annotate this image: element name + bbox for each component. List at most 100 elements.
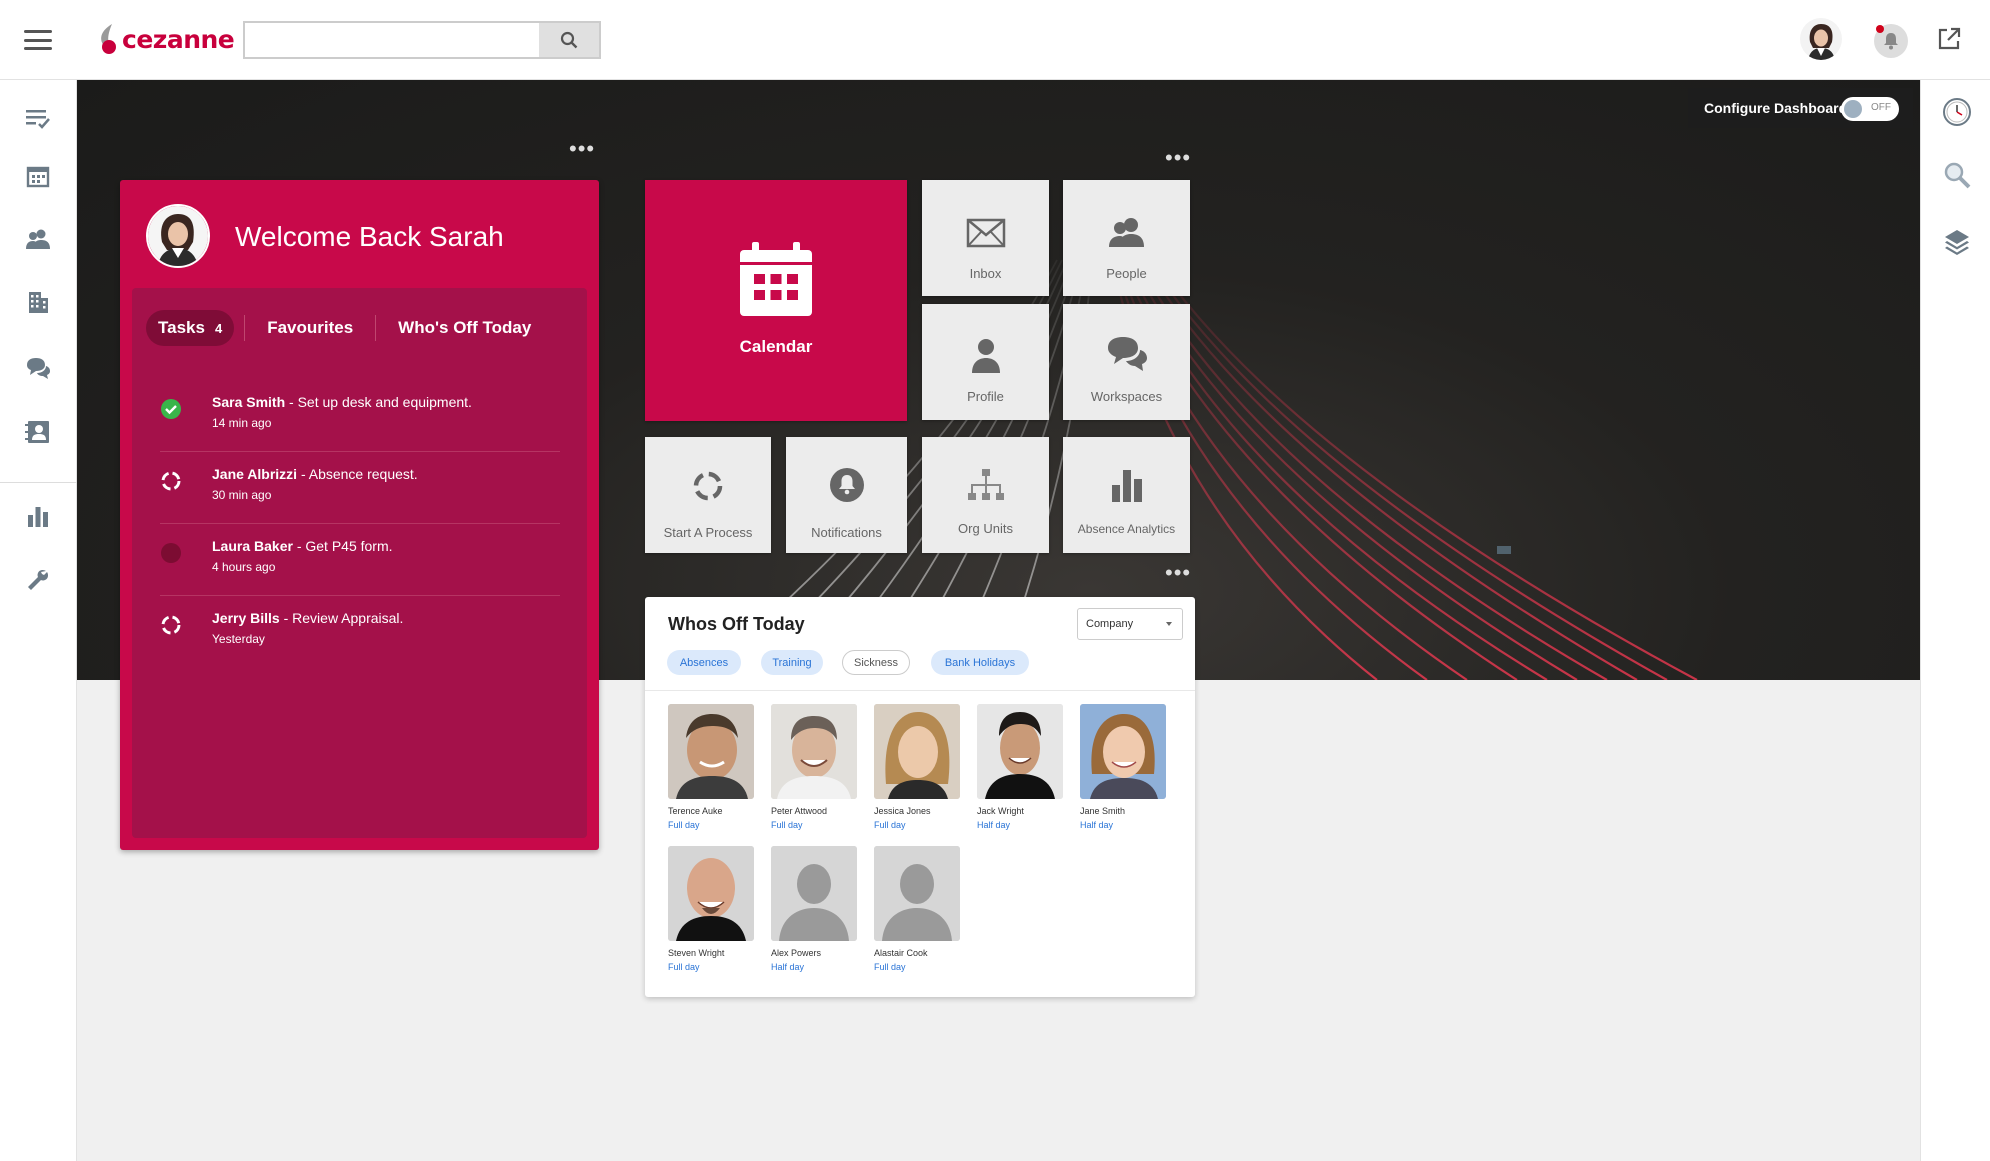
chip-sickness[interactable]: Sickness — [842, 650, 910, 675]
chat-icon[interactable] — [22, 352, 54, 384]
tile-org-units[interactable]: Org Units — [922, 437, 1049, 553]
building-icon[interactable] — [22, 286, 54, 318]
default-avatar-icon — [771, 846, 857, 941]
tasks-icon[interactable] — [22, 103, 54, 135]
person-icon — [971, 339, 1000, 373]
tile-absence-analytics[interactable]: Absence Analytics — [1063, 437, 1190, 553]
person-duration: Full day — [874, 962, 906, 972]
tile-profile[interactable]: Profile — [922, 304, 1049, 420]
user-avatar[interactable] — [1800, 18, 1842, 60]
calendar-icon — [740, 242, 812, 316]
person-card[interactable]: Jessica Jones Full day — [874, 704, 960, 830]
task-time: Yesterday — [212, 632, 265, 646]
tile-calendar-label: Calendar — [739, 337, 813, 356]
wrench-icon[interactable] — [22, 564, 54, 596]
toggle-label: OFF — [1871, 102, 1891, 113]
task-action: - Set up desk and equipment. — [285, 394, 472, 410]
tab-tasks-label: Tasks — [158, 318, 205, 337]
people-icon[interactable] — [22, 223, 54, 255]
left-sidebar — [0, 80, 77, 1161]
task-item[interactable]: Jerry Bills - Review Appraisal. Yesterda… — [160, 596, 560, 668]
tasks-count-badge: 4 — [214, 320, 223, 336]
search-box — [243, 21, 601, 59]
menu-icon[interactable] — [24, 30, 52, 50]
person-name: Jack Wright — [977, 806, 1024, 816]
person-card[interactable]: Terence Auke Full day — [668, 704, 754, 830]
configure-dashboard-label: Configure Dashboard — [1704, 100, 1848, 116]
chip-bank-holidays[interactable]: Bank Holidays — [931, 650, 1029, 675]
bar-chart-icon — [1111, 470, 1142, 502]
tile-start-process[interactable]: Start A Process — [645, 437, 771, 553]
person-duration: Half day — [977, 820, 1011, 830]
person-name: Alastair Cook — [874, 948, 928, 958]
search-icon[interactable] — [1941, 159, 1973, 191]
person-card[interactable]: Peter Attwood Full day — [771, 704, 857, 830]
welcome-more-icon[interactable]: ••• — [569, 138, 595, 160]
company-select[interactable]: Company — [1077, 608, 1183, 640]
search-input[interactable] — [245, 23, 539, 57]
chip-absences[interactable]: Absences — [667, 650, 741, 675]
task-item[interactable]: Sara Smith - Set up desk and equipment. … — [160, 380, 560, 452]
configure-toggle[interactable]: OFF — [1841, 97, 1899, 121]
tiles-more-icon[interactable]: ••• — [1165, 147, 1191, 169]
logo-text: cezanne — [122, 24, 235, 54]
chat-icon — [1107, 337, 1147, 371]
task-text: Jane Albrizzi - Absence request. — [212, 466, 418, 482]
whos-off-more-icon[interactable]: ••• — [1165, 562, 1191, 584]
person-photo — [668, 704, 754, 799]
welcome-tabs: Tasks 4 Favourites Who's Off Today — [146, 310, 573, 346]
person-photo — [977, 704, 1063, 799]
layers-icon[interactable] — [1941, 226, 1973, 258]
person-duration: Full day — [874, 820, 906, 830]
person-name: Steven Wright — [668, 948, 725, 958]
tile-people[interactable]: People — [1063, 180, 1190, 296]
logo[interactable]: cezanne — [96, 22, 235, 56]
configure-dashboard: Configure Dashboard OFF — [1688, 88, 1913, 128]
people-icon — [1108, 218, 1144, 247]
welcome-title: Welcome Back Sarah — [235, 221, 504, 252]
person-photo — [668, 846, 754, 941]
whos-off-title: Whos Off Today — [668, 614, 805, 634]
tab-divider — [375, 315, 377, 341]
task-time: 4 hours ago — [212, 560, 276, 574]
person-name: Jessica Jones — [874, 806, 931, 816]
logo-mark — [101, 24, 116, 54]
tab-tasks[interactable]: Tasks 4 — [146, 310, 235, 346]
person-card[interactable]: Jane Smith Half day — [1080, 704, 1166, 830]
chip-training[interactable]: Training — [761, 650, 823, 675]
tab-whos-off-today[interactable]: Who's Off Today — [386, 310, 543, 346]
open-external-button[interactable] — [1937, 27, 1961, 56]
tile-notifications[interactable]: Notifications — [786, 437, 907, 553]
person-card[interactable]: Alex Powers Half day — [771, 846, 857, 972]
tile-profile-label: Profile — [967, 389, 1004, 404]
calendar-icon[interactable] — [22, 160, 54, 192]
search-button[interactable] — [539, 23, 599, 57]
task-item[interactable]: Jane Albrizzi - Absence request. 30 min … — [160, 452, 560, 524]
person-card[interactable]: Steven Wright Full day — [668, 846, 754, 972]
notifications-bell[interactable] — [1874, 24, 1908, 58]
tab-favourites-label: Favourites — [267, 318, 354, 337]
person-duration: Full day — [668, 820, 700, 830]
tile-workspaces[interactable]: Workspaces — [1063, 304, 1190, 420]
tasks-panel: Tasks 4 Favourites Who's Off Today Sara … — [132, 288, 587, 838]
clock-icon[interactable] — [1941, 96, 1973, 128]
tile-calendar[interactable]: Calendar — [645, 180, 907, 421]
person-photo — [771, 846, 857, 941]
tab-divider — [244, 315, 246, 341]
whos-off-panel: Whos Off Today Company Absences Training… — [645, 597, 1195, 997]
person-card[interactable]: Jack Wright Half day — [977, 704, 1063, 830]
bar-chart-icon[interactable] — [22, 500, 54, 532]
contacts-icon[interactable] — [22, 416, 54, 448]
person-name: Alex Powers — [771, 948, 822, 958]
welcome-card: Welcome Back Sarah Tasks 4 Favourites Wh… — [120, 180, 599, 850]
person-card[interactable]: Alastair Cook Full day — [874, 846, 960, 972]
tab-favourites[interactable]: Favourites — [255, 310, 365, 346]
task-item[interactable]: Laura Baker - Get P45 form. 4 hours ago — [160, 524, 560, 596]
tile-inbox[interactable]: Inbox — [922, 180, 1049, 296]
sidebar-divider — [0, 482, 77, 483]
tile-workspaces-label: Workspaces — [1090, 389, 1163, 404]
right-sidebar — [1920, 80, 1990, 1161]
company-select-value: Company — [1086, 618, 1134, 630]
welcome-avatar — [146, 204, 210, 268]
task-action: - Get P45 form. — [292, 538, 393, 554]
